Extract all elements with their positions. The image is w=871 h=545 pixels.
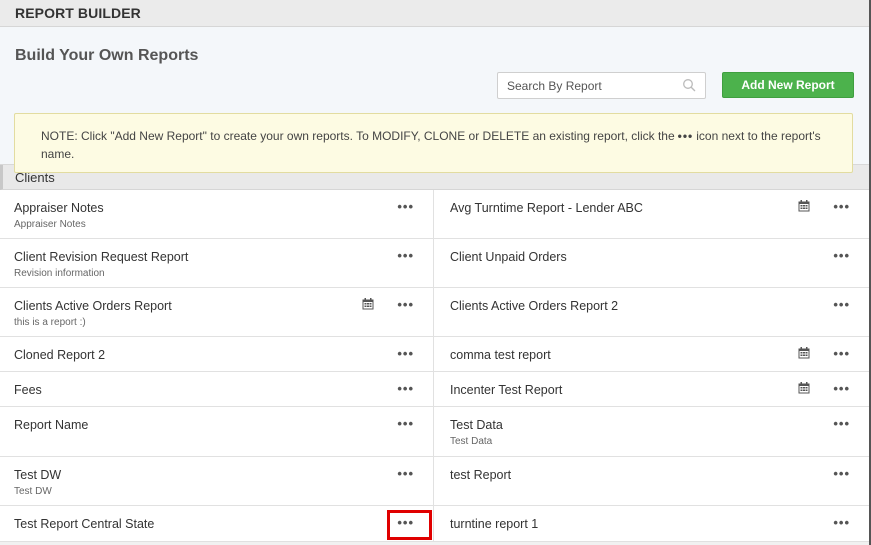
report-name[interactable]: Report Name [14,418,418,433]
report-item[interactable]: Client Revision Request Report Revision i… [0,239,434,287]
report-description: Revision information [14,268,105,279]
search-box [497,72,706,99]
more-options-icon[interactable]: ••• [833,417,850,430]
report-item[interactable]: Fees ••• [0,372,434,406]
report-item[interactable]: turntine report 1 ••• [434,506,869,541]
report-description: Test Data [450,436,493,447]
more-options-icon[interactable]: ••• [833,467,850,480]
calendar-icon[interactable] [798,200,810,212]
note-text-before: NOTE: Click "Add New Report" to create y… [41,129,675,143]
more-options-icon[interactable]: ••• [397,417,414,430]
more-options-icon[interactable]: ••• [397,467,414,480]
table-row: Test DW Test DW ••• test Report ••• [0,457,869,506]
report-description: Appraiser Notes [14,219,86,230]
calendar-icon[interactable] [798,382,810,394]
more-options-icon[interactable]: ••• [833,382,850,395]
report-item[interactable]: Clients Active Orders Report 2 ••• [434,288,869,336]
report-item[interactable]: Client Unpaid Orders ••• [434,239,869,287]
more-options-icon[interactable]: ••• [833,249,850,262]
report-item[interactable]: Report Name ••• [0,407,434,456]
report-name[interactable]: Client Revision Request Report [14,250,418,265]
report-name[interactable]: turntine report 1 [450,517,854,532]
page-header: Build Your Own Reports Add New Report NO… [0,27,869,173]
more-options-icon[interactable]: ••• [397,347,414,360]
more-options-icon[interactable]: ••• [833,200,850,213]
search-input[interactable] [498,73,678,98]
report-item[interactable]: comma test report ••• [434,337,869,371]
more-options-icon[interactable]: ••• [397,516,414,529]
more-options-icon[interactable]: ••• [397,298,414,311]
search-icon[interactable] [682,78,696,92]
table-row: Client Revision Request Report Revision i… [0,239,869,288]
report-name[interactable]: comma test report [450,348,854,363]
note-banner: NOTE: Click "Add New Report" to create y… [14,113,853,173]
report-item[interactable]: Cloned Report 2 ••• [0,337,434,371]
report-name[interactable]: Clients Active Orders Report [14,299,418,314]
more-options-icon[interactable]: ••• [397,200,414,213]
report-item[interactable]: Test Data Test Data ••• [434,407,869,456]
app-title: REPORT BUILDER [15,5,141,21]
more-options-icon: ••• [677,129,694,143]
report-item[interactable]: test Report ••• [434,457,869,505]
report-name[interactable]: Test Report Central State [14,517,418,532]
more-options-icon[interactable]: ••• [833,516,850,529]
report-item[interactable]: Incenter Test Report ••• [434,372,869,406]
table-row: Cloned Report 2 ••• comma test report ••• [0,337,869,372]
report-name[interactable]: Test DW [14,468,418,483]
more-options-icon[interactable]: ••• [397,382,414,395]
table-row: Fees ••• Incenter Test Report ••• [0,372,869,407]
report-item[interactable]: Test Report Central State ••• [0,506,434,541]
table-row: Test Report Central State ••• turntine rep… [0,506,869,542]
report-builder-page: REPORT BUILDER Build Your Own Reports Ad… [0,0,871,545]
top-bar: REPORT BUILDER [0,0,869,27]
more-options-icon[interactable]: ••• [833,347,850,360]
report-description: this is a report :) [14,317,86,328]
table-row: Clients Active Orders Report this is a re… [0,288,869,337]
report-list: Appraiser Notes Appraiser Notes ••• Avg Tur… [0,190,869,542]
more-options-icon[interactable]: ••• [397,249,414,262]
report-name[interactable]: Incenter Test Report [450,383,854,398]
report-name[interactable]: Test Data [450,418,854,433]
report-name[interactable]: Appraiser Notes [14,201,418,216]
report-description: Test DW [14,486,52,497]
table-row: Appraiser Notes Appraiser Notes ••• Avg Tur… [0,190,869,239]
report-name[interactable]: Cloned Report 2 [14,348,418,363]
table-row: Report Name ••• Test Data Test Data ••• [0,407,869,457]
calendar-icon[interactable] [798,347,810,359]
report-item[interactable]: Test DW Test DW ••• [0,457,434,505]
calendar-icon[interactable] [362,298,374,310]
report-name[interactable]: Clients Active Orders Report 2 [450,299,854,314]
page-title: Build Your Own Reports [15,47,199,64]
more-options-icon[interactable]: ••• [833,298,850,311]
report-name[interactable]: Fees [14,383,418,398]
report-name[interactable]: Client Unpaid Orders [450,250,854,265]
report-item[interactable]: Clients Active Orders Report this is a re… [0,288,434,336]
report-name[interactable]: Avg Turntime Report - Lender ABC [450,201,854,216]
report-item[interactable]: Avg Turntime Report - Lender ABC ••• [434,190,869,238]
add-new-report-button[interactable]: Add New Report [722,72,854,98]
report-name[interactable]: test Report [450,468,854,483]
report-item[interactable]: Appraiser Notes Appraiser Notes ••• [0,190,434,238]
